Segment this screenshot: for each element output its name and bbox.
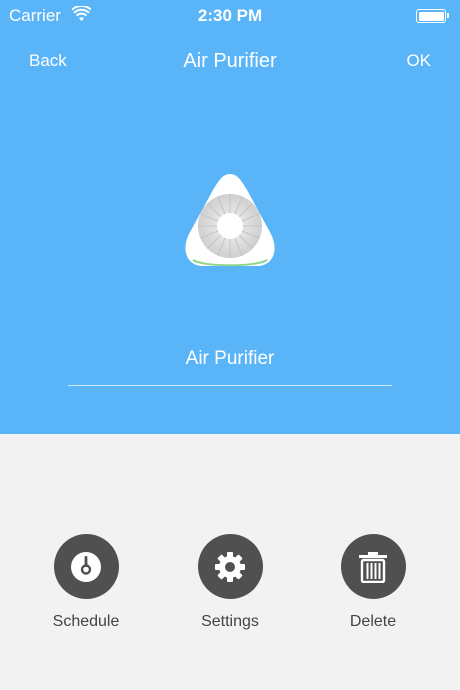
header-area: Carrier 2:30 PM Back Air Purifier OK: [0, 0, 460, 434]
settings-button[interactable]: Settings: [170, 534, 290, 631]
schedule-button[interactable]: Schedule: [26, 534, 146, 631]
schedule-circle[interactable]: [53, 534, 119, 599]
delete-button[interactable]: Delete: [313, 534, 433, 631]
battery-icon: [416, 9, 449, 23]
clock-icon: [71, 551, 101, 582]
page-title: Air Purifier: [183, 50, 277, 72]
gear-icon: [215, 551, 245, 582]
status-bar: Carrier 2:30 PM: [0, 0, 460, 32]
trash-icon: [359, 551, 387, 583]
status-time: 2:30 PM: [197, 6, 263, 25]
device-name-input[interactable]: [68, 340, 392, 386]
settings-circle[interactable]: [197, 534, 263, 599]
delete-label: Delete: [349, 613, 397, 630]
schedule-label: Schedule: [52, 613, 120, 630]
ok-button[interactable]: OK: [406, 51, 431, 71]
settings-label: Settings: [201, 613, 259, 630]
air-purifier-icon: [185, 174, 275, 267]
action-bar: Schedule Settings Delete: [0, 434, 460, 690]
delete-circle[interactable]: [340, 534, 406, 599]
